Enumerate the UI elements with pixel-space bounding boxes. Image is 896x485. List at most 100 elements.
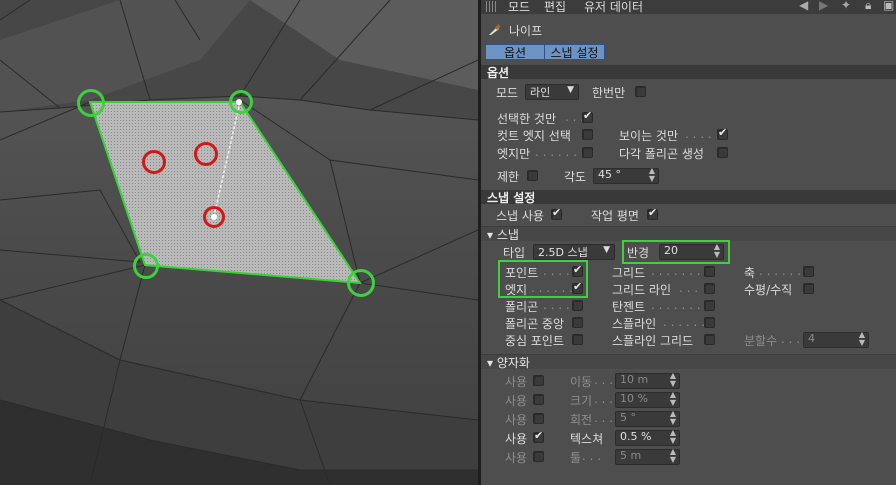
- leader-dots: . . . . . . . .: [651, 264, 709, 278]
- quantize-use-label: 사용: [505, 413, 528, 427]
- snap-enable-checkbox[interactable]: [551, 206, 562, 220]
- subsection-quantize[interactable]: ▾ 양자화: [481, 354, 896, 370]
- radius-field[interactable]: 20 ▲ ▼: [659, 243, 724, 260]
- leader-dots: . . .: [679, 281, 699, 295]
- tab-snap-settings[interactable]: 스냅 설정: [544, 44, 605, 60]
- quantize-use-label: 사용: [505, 394, 528, 408]
- subdiv-label: 분할수: [744, 334, 778, 348]
- snap-point-bottom-right[interactable]: [347, 269, 375, 297]
- restrict-checkbox[interactable]: [527, 170, 538, 181]
- snap-midpoint-label: 중심 포인트: [505, 334, 565, 348]
- leader-dots: . . .: [594, 392, 614, 406]
- section-header-snap-settings[interactable]: 스냅 설정: [481, 190, 896, 205]
- once-checkbox[interactable]: [635, 86, 646, 97]
- quantize-value-field[interactable]: 5 ° ▲ ▼: [615, 410, 680, 427]
- knife-start-dot: [236, 99, 242, 105]
- menu-userdata[interactable]: 유저 데이터: [584, 0, 643, 15]
- menu-bar: 모드 편집 유저 데이터 ◀ ▶ ✦ 🔒︎ ▣: [481, 0, 896, 14]
- snap-polygon-label: 폴리곤: [505, 300, 539, 314]
- snap-axis-checkbox[interactable]: [803, 266, 814, 277]
- menu-mode[interactable]: 모드: [508, 0, 530, 15]
- restrict-label: 제한: [497, 170, 520, 184]
- section-header-options[interactable]: 옵션: [481, 65, 896, 80]
- snap-type-dropdown[interactable]: 2.5D 스냅 ▼: [533, 244, 615, 260]
- snap-point-checkbox[interactable]: [572, 263, 583, 277]
- back-arrow-icon[interactable]: ◀: [799, 0, 808, 12]
- snap-grid-checkbox[interactable]: [704, 266, 715, 277]
- snap-spline-grid-label: 스플라인 그리드: [612, 334, 694, 348]
- search-icon[interactable]: ✦: [841, 0, 851, 12]
- dropdown-arrow-icon: ▼: [567, 85, 574, 95]
- quantize-name-label: 텍스쳐: [570, 432, 604, 446]
- quantize-value-field[interactable]: 5 m ▲ ▼: [615, 448, 680, 465]
- snap-spline-label: 스플라인: [612, 317, 657, 331]
- subsection-snap[interactable]: ▾ 스냅: [481, 226, 896, 242]
- leader-dots: . . .: [781, 332, 801, 346]
- spinner-icon[interactable]: ▲ ▼: [670, 410, 676, 426]
- snap-polygon-checkbox[interactable]: [572, 300, 583, 311]
- 3d-viewport[interactable]: [0, 0, 478, 485]
- snap-grid-line-label: 그리드 라인: [612, 283, 672, 297]
- subdiv-field[interactable]: 4 ▲ ▼: [803, 331, 869, 348]
- quantize-value-field[interactable]: 0.5 % ▲ ▼: [615, 429, 680, 446]
- dropdown-arrow-icon: ▼: [603, 245, 610, 255]
- spinner-icon[interactable]: ▲ ▼: [670, 372, 676, 388]
- selected-only-checkbox[interactable]: [582, 109, 593, 123]
- snap-midpoint-checkbox[interactable]: [572, 334, 583, 345]
- snap-edge-checkbox[interactable]: [572, 280, 583, 294]
- spinner-icon[interactable]: ▲ ▼: [670, 429, 676, 445]
- quantize-use-checkbox[interactable]: [533, 375, 544, 386]
- snap-horiz-vert-label: 수평/수직: [744, 283, 793, 297]
- viewport-mesh[interactable]: [0, 0, 478, 485]
- visible-only-checkbox[interactable]: [717, 126, 728, 140]
- ngon-checkbox[interactable]: [717, 147, 728, 158]
- spinner-icon[interactable]: ▲ ▼: [670, 391, 676, 407]
- snap-polygon-center-label: 폴리곤 중앙: [505, 317, 565, 331]
- angle-field[interactable]: 45 ° ▲ ▼: [593, 167, 659, 184]
- tool-title: 나이프: [509, 24, 543, 38]
- red-marker-circle: [142, 150, 166, 174]
- workplane-checkbox[interactable]: [647, 206, 658, 220]
- spinner-icon[interactable]: ▲ ▼: [670, 448, 676, 464]
- leader-dots: . . . .: [543, 298, 570, 312]
- mode-label: 모드: [496, 86, 519, 100]
- snap-spline-grid-checkbox[interactable]: [704, 334, 715, 345]
- quantize-use-checkbox[interactable]: [533, 451, 544, 462]
- quantize-value-field[interactable]: 10 m ▲ ▼: [615, 372, 680, 389]
- quantize-value-field[interactable]: 10 % ▲ ▼: [615, 391, 680, 408]
- leader-dots: . . . . . . . .: [651, 298, 709, 312]
- snap-tangent-checkbox[interactable]: [704, 300, 715, 311]
- quantize-use-checkbox[interactable]: [533, 413, 544, 424]
- spinner-icon[interactable]: ▲ ▼: [714, 243, 720, 259]
- knife-tool-icon: [488, 24, 501, 36]
- quantize-use-label: 사용: [505, 432, 528, 446]
- edges-only-checkbox[interactable]: [582, 147, 593, 158]
- leader-dots: . . . . . .: [663, 315, 705, 329]
- snap-horiz-vert-checkbox[interactable]: [803, 283, 814, 294]
- snap-point-bottom-left[interactable]: [133, 253, 159, 279]
- lock-icon[interactable]: 🔒︎: [865, 0, 871, 13]
- snap-point-top-left[interactable]: [77, 89, 105, 117]
- quantize-use-checkbox[interactable]: [533, 394, 544, 405]
- leader-dots: . . . .: [543, 264, 570, 278]
- leader-dots: . . . . .: [685, 127, 720, 141]
- forward-arrow-icon[interactable]: ▶: [819, 0, 828, 12]
- quantize-use-checkbox[interactable]: [533, 429, 544, 443]
- cut-edge-select-label: 컷트 엣지 선택: [497, 129, 571, 143]
- mode-dropdown[interactable]: 라인 ▼: [525, 84, 579, 100]
- snap-grid-line-checkbox[interactable]: [704, 283, 715, 294]
- spinner-icon[interactable]: ▲ ▼: [859, 331, 865, 347]
- selected-only-label: 선택한 것만: [497, 112, 557, 126]
- menu-edit[interactable]: 편집: [544, 0, 566, 15]
- snap-spline-checkbox[interactable]: [704, 317, 715, 328]
- snap-axis-label: 축: [744, 266, 756, 280]
- quantize-use-label: 사용: [505, 375, 528, 389]
- snap-type-label: 타입: [503, 246, 526, 260]
- leader-dots: . . . . . . .: [759, 264, 809, 278]
- spinner-icon[interactable]: ▲ ▼: [649, 167, 655, 183]
- snap-polygon-center-checkbox[interactable]: [572, 317, 583, 328]
- cut-edge-select-checkbox[interactable]: [582, 129, 593, 140]
- tab-options[interactable]: 옵션: [485, 44, 545, 60]
- workplane-label: 작업 평면: [591, 209, 639, 223]
- new-panel-icon[interactable]: ▣: [883, 0, 894, 12]
